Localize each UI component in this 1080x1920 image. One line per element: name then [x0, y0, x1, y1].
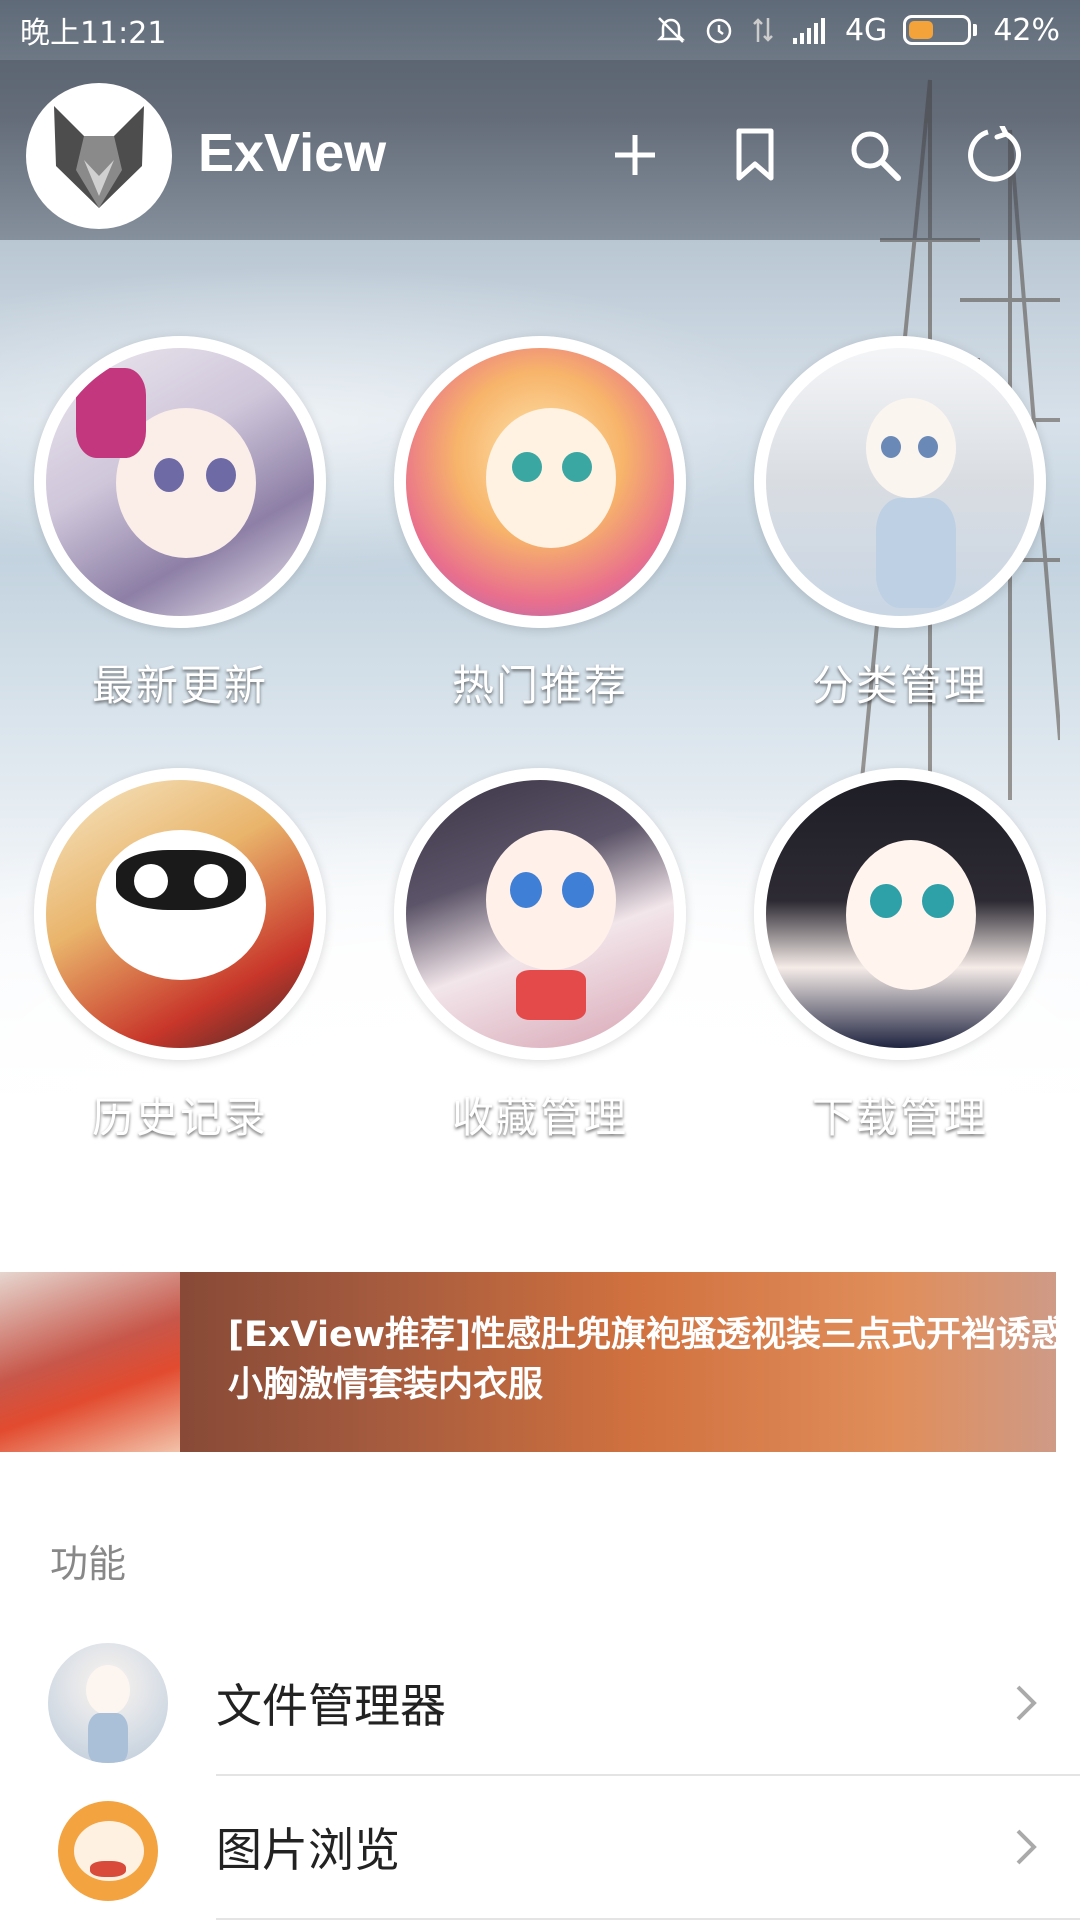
category-downloads[interactable]: 下载管理	[750, 768, 1050, 1145]
category-avatar	[394, 768, 686, 1060]
silent-icon	[656, 17, 685, 43]
category-favorites[interactable]: 收藏管理	[390, 768, 690, 1145]
file-manager-avatar-icon	[48, 1643, 168, 1763]
category-label: 分类管理	[811, 661, 988, 710]
category-hot-recommend[interactable]: 热门推荐	[390, 336, 690, 713]
list-item-file-manager[interactable]: 文件管理器	[0, 1632, 1080, 1774]
data-arrows-icon	[753, 18, 773, 42]
list-item-label: 文件管理器	[216, 1679, 446, 1733]
category-latest-updates[interactable]: 最新更新	[30, 336, 330, 713]
bookmark-button[interactable]	[720, 120, 790, 190]
section-title: 功能	[50, 1542, 127, 1586]
search-button[interactable]	[840, 120, 910, 190]
bookmark-icon	[736, 128, 774, 181]
category-avatar	[394, 336, 686, 628]
recommend-banner[interactable]: [ExView推荐]性感肚兜旗袍骚透视装三点式开裆诱惑 小胸激情套装内衣服	[0, 1272, 1056, 1452]
banner-title-line2: 小胸激情套装内衣服	[228, 1365, 544, 1405]
wolf-logo-icon	[54, 106, 144, 208]
category-label: 热门推荐	[451, 661, 628, 710]
battery-percent: 42%	[993, 12, 1060, 48]
battery-icon	[903, 15, 978, 45]
alarm-icon	[706, 18, 732, 44]
banner-title-line1: [ExView推荐]性感肚兜旗袍骚透视装三点式开裆诱惑	[228, 1315, 1056, 1355]
category-label: 最新更新	[91, 661, 268, 710]
category-avatar	[34, 336, 326, 628]
app-bar: ExView	[0, 60, 1080, 240]
app-logo[interactable]	[26, 83, 172, 229]
category-avatar	[754, 768, 1046, 1060]
category-label: 下载管理	[811, 1093, 988, 1142]
refresh-button[interactable]	[960, 120, 1030, 190]
chevron-right-icon	[1016, 1829, 1037, 1865]
add-icon	[615, 135, 655, 175]
list-item-image-viewer[interactable]: 图片浏览	[0, 1776, 1080, 1918]
add-button[interactable]	[600, 120, 670, 190]
category-avatar	[34, 768, 326, 1060]
refresh-icon	[968, 126, 1021, 182]
category-history[interactable]: 历史记录	[30, 768, 330, 1145]
banner-text: [ExView推荐]性感肚兜旗袍骚透视装三点式开裆诱惑 小胸激情套装内衣服	[228, 1310, 1056, 1410]
category-avatar	[754, 336, 1046, 628]
image-viewer-avatar-icon	[48, 1787, 168, 1907]
category-label: 历史记录	[91, 1093, 268, 1142]
signal-icon	[792, 18, 825, 44]
status-time: 晚上11:21	[20, 16, 167, 51]
search-icon	[851, 131, 901, 181]
category-manage[interactable]: 分类管理	[750, 336, 1050, 713]
network-type: 4G	[844, 12, 888, 48]
category-label: 收藏管理	[451, 1093, 628, 1142]
status-bar: 晚上11:21 4G 42%	[0, 0, 1080, 60]
banner-thumbnail	[0, 1272, 180, 1452]
battery-fill	[909, 21, 933, 39]
chevron-right-icon	[1016, 1685, 1037, 1721]
app-title: ExView	[198, 123, 387, 183]
status-icons: 4G 42%	[655, 13, 1060, 48]
list-item-label: 图片浏览	[216, 1823, 400, 1877]
